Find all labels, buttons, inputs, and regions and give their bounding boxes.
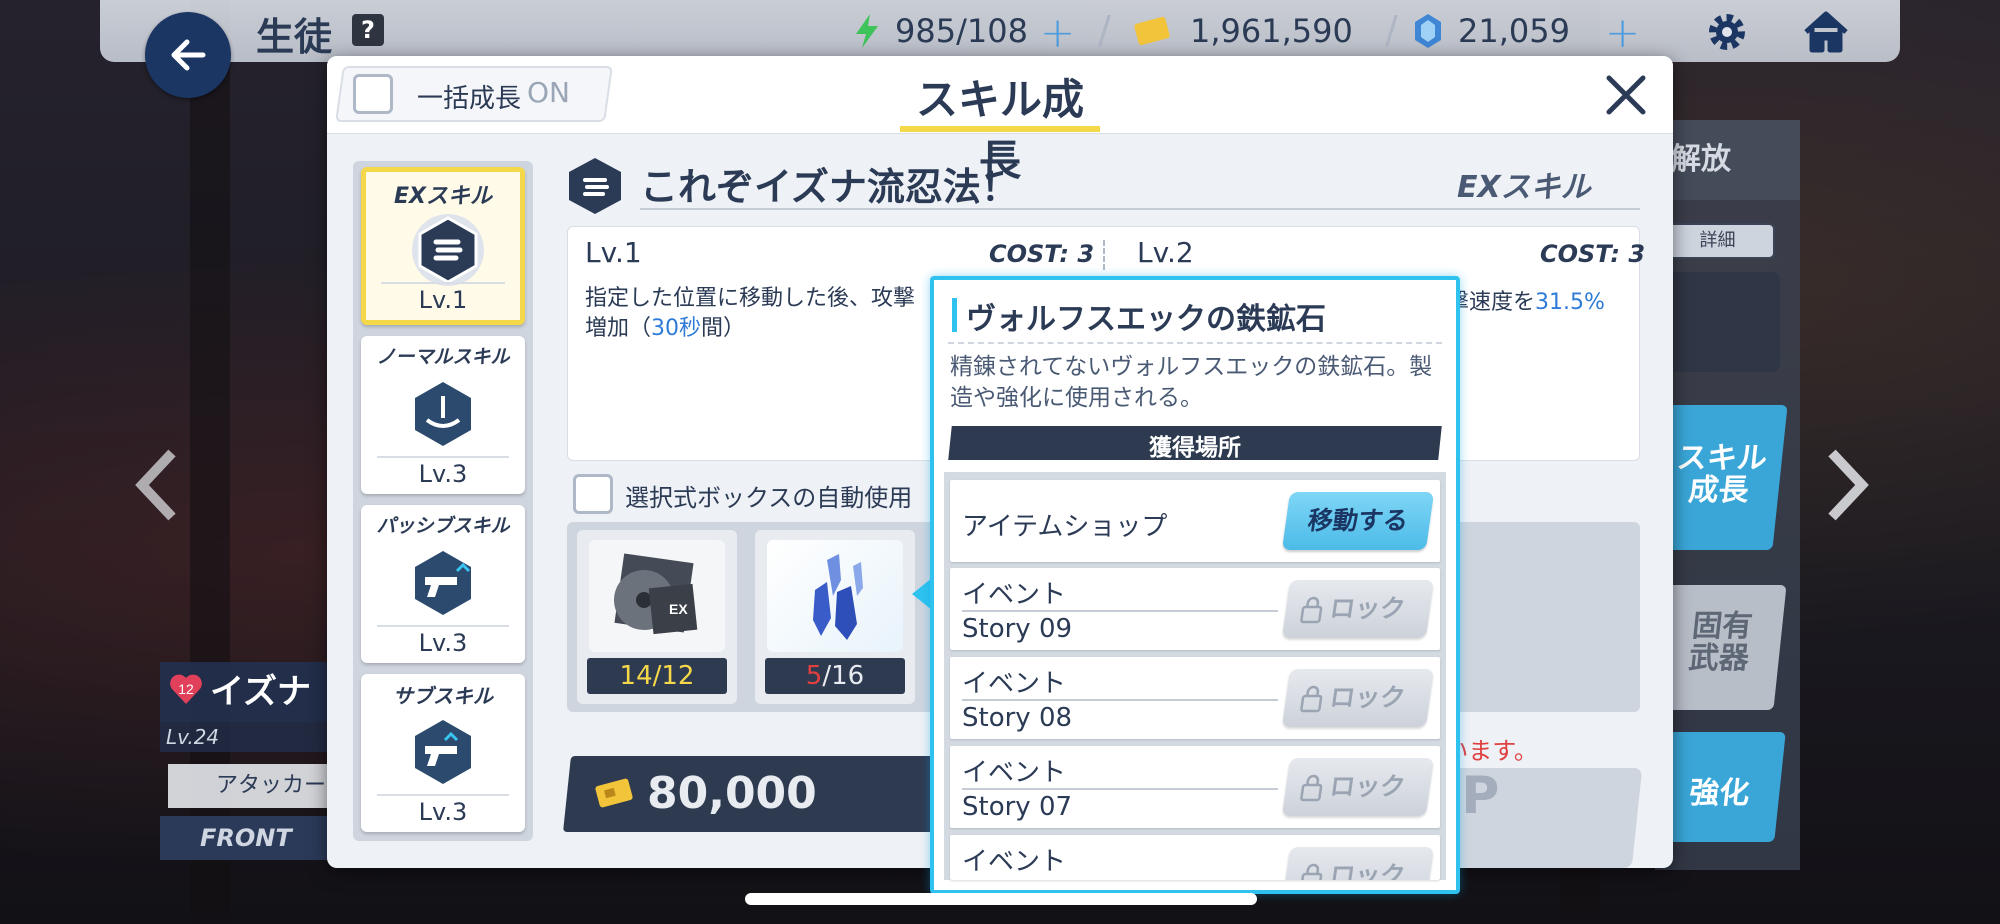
bulk-growth-state: ON <box>527 76 570 109</box>
unlock-header: 解放 <box>1655 120 1800 200</box>
cost-value: 80,000 <box>647 768 817 819</box>
source-event: イベント Story 09 ロック <box>950 568 1440 650</box>
pyroxene-value: 21,059 <box>1458 12 1570 50</box>
bulk-growth-label: 一括成長 <box>417 84 522 114</box>
source-event: イベント Story 07 ロック <box>950 746 1440 828</box>
add-ap-button[interactable]: + <box>1040 8 1075 57</box>
tab-passive-skill[interactable]: パッシブスキル Lv.3 <box>361 505 525 663</box>
detail-button[interactable]: 詳細 <box>1660 223 1775 259</box>
tab-ex-skill[interactable]: EXスキル Lv.1 <box>361 167 525 325</box>
ex-disc-icon: EX <box>614 553 698 635</box>
chevron-right-icon[interactable] <box>1816 445 1876 525</box>
back-button[interactable] <box>145 12 231 98</box>
enhance-button[interactable]: 強化 <box>1654 732 1786 842</box>
character-role: アタッカー <box>168 764 328 808</box>
credit-value: 1,961,590 <box>1190 12 1353 50</box>
tab-normal-skill[interactable]: ノーマルスキル Lv.3 <box>361 336 525 494</box>
locked-slot <box>1660 272 1780 372</box>
heart-icon: 12 <box>170 674 202 704</box>
locked-button[interactable]: ロック <box>1281 669 1435 727</box>
home-indicator[interactable] <box>745 893 1257 905</box>
popup-pointer <box>912 578 932 610</box>
add-pyroxene-button[interactable]: + <box>1605 8 1640 57</box>
ex-skill-header-icon <box>569 158 621 214</box>
lock-icon <box>1300 774 1323 802</box>
bulk-growth-checkbox[interactable] <box>353 74 393 114</box>
arrow-left-icon <box>171 39 206 71</box>
character-level: Lv.24 <box>160 722 330 752</box>
locked-button[interactable]: ロック <box>1281 847 1435 880</box>
material-iron-ore[interactable]: 5/16 <box>755 530 915 704</box>
lock-icon <box>1300 685 1323 713</box>
close-icon[interactable] <box>1603 72 1649 118</box>
locked-button[interactable]: ロック <box>1281 758 1435 816</box>
page-title: 生徒 <box>256 15 333 59</box>
current-cost: COST: 3 <box>989 240 1095 268</box>
credit-icon <box>1134 16 1170 46</box>
svg-text:12: 12 <box>178 681 194 697</box>
skill-name: これぞイズナ流忍法！ <box>640 165 1019 209</box>
next-description: 撃速度を31.5% <box>1447 290 1605 315</box>
lock-icon <box>1300 863 1323 880</box>
normal-skill-icon <box>415 382 471 446</box>
go-to-shop-button[interactable]: 移動する <box>1281 492 1435 550</box>
iron-ore-icon <box>813 554 863 640</box>
unique-weapon-button[interactable]: 固有 武器 <box>1653 585 1787 710</box>
skill-type: EXスキル <box>1457 170 1591 205</box>
source-event: イベント Story 08 ロック <box>950 657 1440 739</box>
character-position: FRONT <box>160 816 330 860</box>
lightning-icon <box>856 14 878 48</box>
next-level: Lv.2 <box>1137 236 1194 269</box>
chevron-left-icon[interactable] <box>128 445 188 525</box>
credit-icon <box>595 778 633 808</box>
auto-use-checkbox[interactable] <box>573 474 613 514</box>
current-description: 指定した位置に移動した後、攻撃 増加（30秒間） <box>585 286 916 341</box>
help-icon[interactable]: ? <box>352 14 384 46</box>
acquisition-header: 獲得場所 <box>1149 435 1241 461</box>
popup-title: ヴォルフスエックの鉄鉱石 <box>966 302 1326 337</box>
material-ex-report[interactable]: EX 14/12 <box>577 530 737 704</box>
next-cost: COST: 3 <box>1540 240 1646 268</box>
auto-use-label: 選択式ボックスの自動使用 <box>625 484 913 512</box>
popup-description: 精錬されてないヴォルフスエックの鉄鉱石。製造や強化に使用される。 <box>950 354 1433 411</box>
pyroxene-icon <box>1415 14 1441 48</box>
passive-skill-icon <box>415 551 471 615</box>
home-icon[interactable] <box>1802 8 1850 56</box>
skill-tab-list: EXスキル Lv.1 ノーマルスキル Lv.3 パッシブスキル Lv.3 サブス… <box>353 161 533 841</box>
source-item-shop: アイテムショップ 移動する <box>950 480 1440 562</box>
locked-button[interactable]: ロック <box>1281 580 1435 638</box>
gear-icon[interactable] <box>1703 8 1751 56</box>
ap-value: 985/108 <box>895 12 1028 50</box>
source-event: イベント ロック <box>950 835 1440 880</box>
svg-text:EX: EX <box>669 601 688 617</box>
ex-skill-icon <box>412 214 484 286</box>
sub-skill-icon <box>415 720 471 784</box>
tab-sub-skill[interactable]: サブスキル Lv.3 <box>361 674 525 832</box>
lock-icon <box>1300 596 1323 624</box>
current-level: Lv.1 <box>585 236 642 269</box>
